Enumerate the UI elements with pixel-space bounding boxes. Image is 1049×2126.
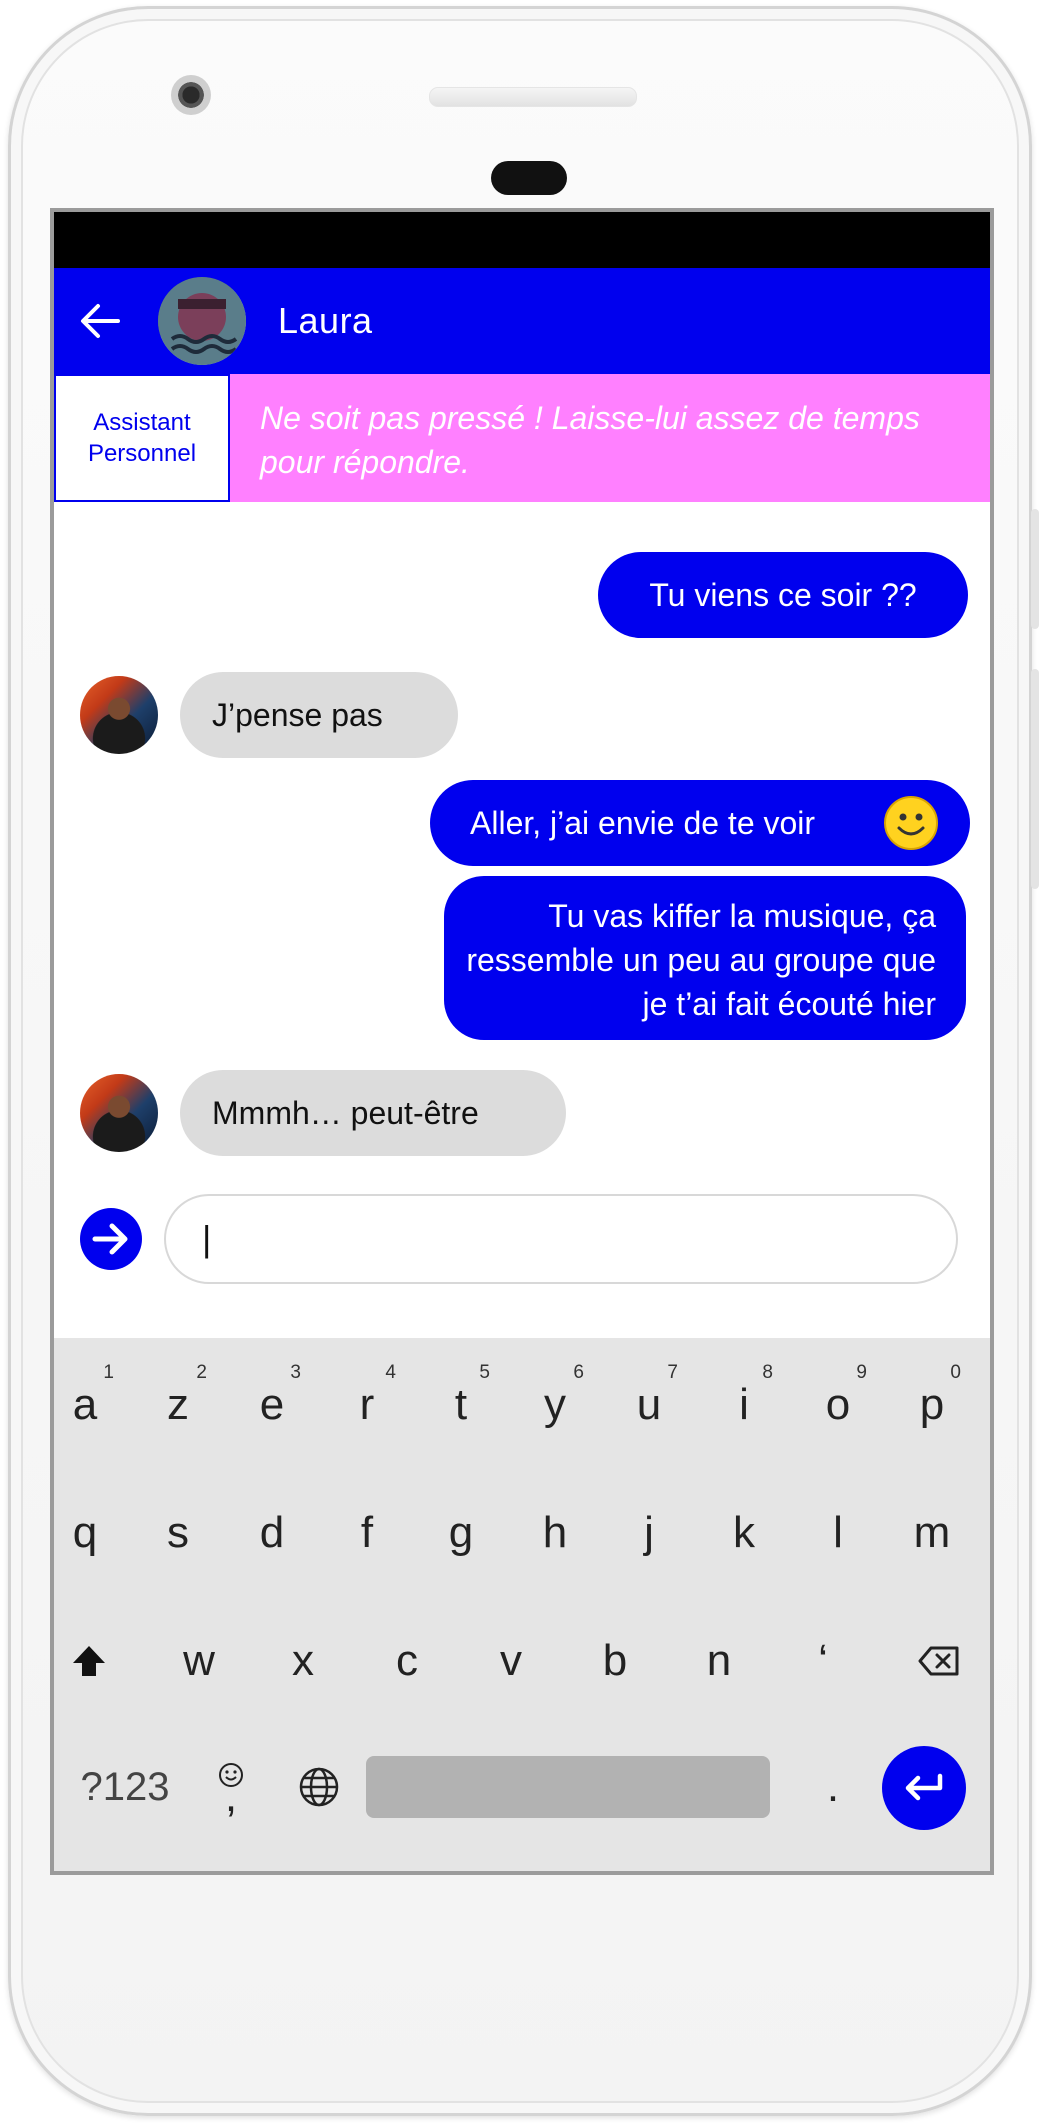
comma-label: , xyxy=(224,1772,238,1821)
message-text: Tu viens ce soir ?? xyxy=(649,577,917,613)
shift-icon xyxy=(73,1646,105,1676)
key[interactable]: s xyxy=(143,1488,213,1578)
key[interactable]: h xyxy=(520,1488,590,1578)
message-text: Tu vas kiffer la musique, ça ressemble u… xyxy=(466,898,936,1022)
earpiece-speaker xyxy=(429,87,637,107)
phone-screen: Laura Assistant Personnel Ne soit pas pr… xyxy=(50,208,994,1875)
back-button[interactable] xyxy=(70,291,130,351)
message-input-value: | xyxy=(202,1218,212,1259)
key[interactable]: b xyxy=(580,1616,650,1706)
globe-key[interactable] xyxy=(284,1742,354,1832)
key[interactable]: a1 xyxy=(54,1360,120,1450)
key[interactable]: t5 xyxy=(426,1360,496,1450)
enter-key[interactable] xyxy=(882,1746,966,1830)
message-bubble-sent: Tu vas kiffer la musique, ça ressemble u… xyxy=(444,876,966,1040)
arrow-right-icon xyxy=(92,1223,128,1255)
key[interactable]: o9 xyxy=(803,1360,873,1450)
message-bubble-sent: Aller, j’ai envie de te voir xyxy=(430,780,970,866)
avatar xyxy=(80,1074,158,1152)
key[interactable]: q xyxy=(54,1488,120,1578)
message-input[interactable]: | xyxy=(164,1194,958,1284)
key[interactable]: f xyxy=(332,1488,402,1578)
key[interactable]: y6 xyxy=(520,1360,590,1450)
message-text: Aller, j’ai envie de te voir xyxy=(470,805,816,841)
key[interactable]: i8 xyxy=(709,1360,779,1450)
backspace-icon xyxy=(918,1646,959,1676)
avatar-image xyxy=(158,277,246,365)
backspace-key[interactable] xyxy=(904,1616,974,1706)
symbols-key[interactable]: ?123 xyxy=(70,1742,180,1832)
message-bubble-sent: Tu viens ce soir ?? xyxy=(598,552,968,638)
key[interactable]: m xyxy=(897,1488,967,1578)
key[interactable]: ‘ xyxy=(788,1616,858,1706)
message-text: J’pense pas xyxy=(212,697,383,733)
key[interactable]: e3 xyxy=(237,1360,307,1450)
keyboard: a1 z2 e3 r4 t5 y6 u7 i8 o9 p0 q s d f g … xyxy=(54,1338,990,1871)
key[interactable]: x xyxy=(268,1616,338,1706)
key[interactable]: n xyxy=(684,1616,754,1706)
key[interactable]: c xyxy=(372,1616,442,1706)
message-bubble-received: Mmmh… peut-être xyxy=(180,1070,566,1156)
chat-header: Laura xyxy=(54,268,990,374)
key[interactable]: w xyxy=(164,1616,234,1706)
key[interactable]: d xyxy=(237,1488,307,1578)
key[interactable]: r4 xyxy=(332,1360,402,1450)
status-bar xyxy=(54,212,990,268)
message-text: Mmmh… peut-être xyxy=(212,1095,479,1131)
emoji-comma-key[interactable]: , xyxy=(196,1742,266,1832)
shift-key[interactable] xyxy=(54,1616,124,1706)
key[interactable]: l xyxy=(803,1488,873,1578)
proximity-sensor xyxy=(491,161,567,195)
front-camera xyxy=(171,75,211,115)
key[interactable]: v xyxy=(476,1616,546,1706)
assistant-banner: Assistant Personnel Ne soit pas pressé !… xyxy=(54,374,990,502)
key[interactable]: j xyxy=(614,1488,684,1578)
contact-name: Laura xyxy=(278,300,373,341)
send-button[interactable] xyxy=(80,1208,142,1270)
enter-icon xyxy=(905,1773,943,1801)
arrow-left-icon xyxy=(81,304,120,338)
key[interactable]: p0 xyxy=(897,1360,967,1450)
volume-button xyxy=(1031,669,1039,889)
assistant-tip: Ne soit pas pressé ! Laisse-lui assez de… xyxy=(230,374,990,502)
period-key[interactable]: . xyxy=(798,1742,868,1832)
key[interactable]: z2 xyxy=(143,1360,213,1450)
key[interactable]: k xyxy=(709,1488,779,1578)
key[interactable]: g xyxy=(426,1488,496,1578)
avatar xyxy=(80,676,158,754)
contact-avatar[interactable] xyxy=(158,277,246,365)
power-button xyxy=(1031,509,1039,629)
smiley-icon xyxy=(884,796,938,850)
key[interactable]: u7 xyxy=(614,1360,684,1450)
assistant-label[interactable]: Assistant Personnel xyxy=(54,374,230,502)
globe-icon xyxy=(299,1767,339,1807)
message-bubble-received: J’pense pas xyxy=(180,672,458,758)
space-key[interactable] xyxy=(366,1756,770,1818)
